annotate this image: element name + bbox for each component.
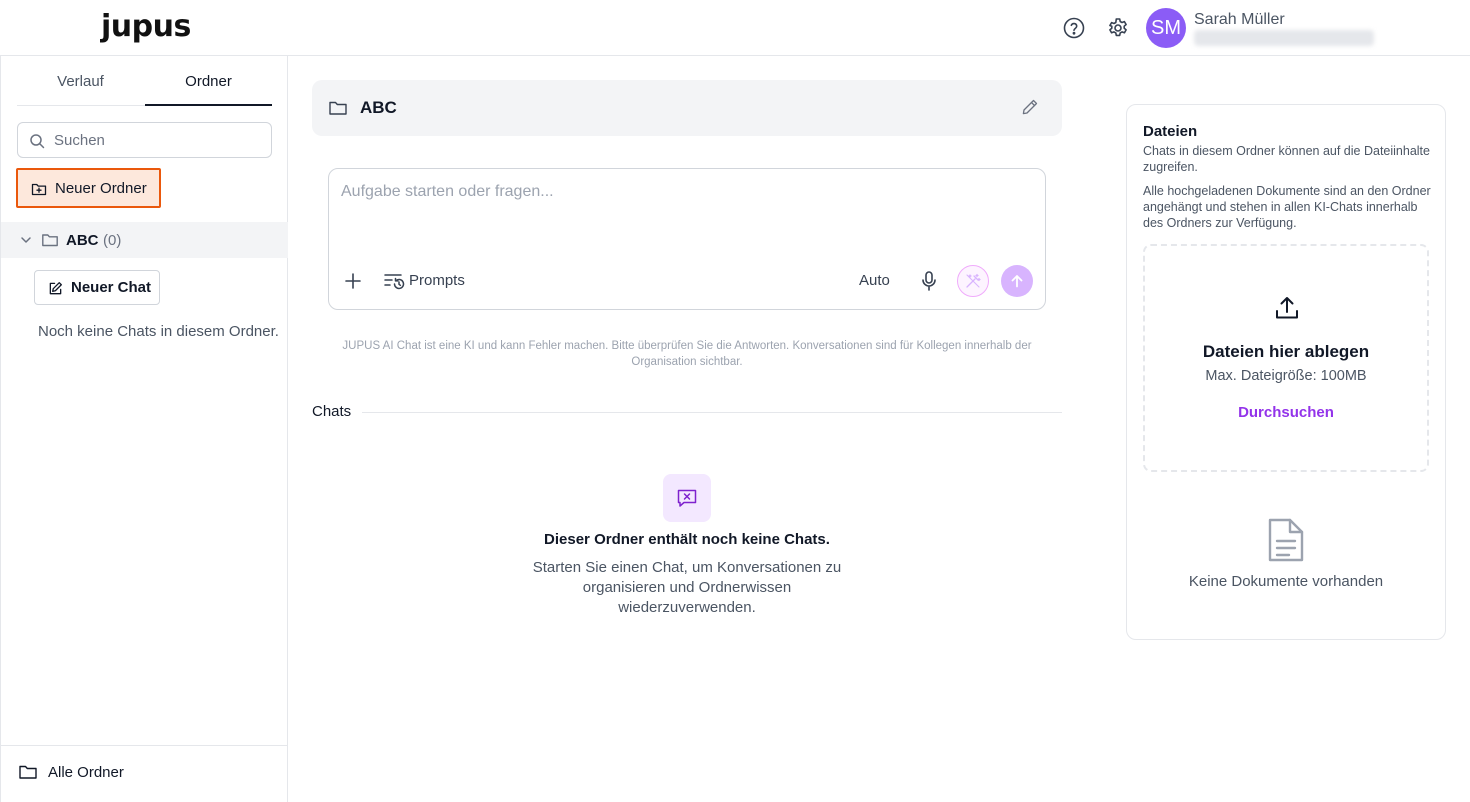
sidebar: Verlauf Ordner Neuer Ordner ABC (0) Neue… bbox=[0, 56, 288, 802]
dropzone-title: Dateien hier ablegen bbox=[1202, 342, 1370, 361]
magic-wand-button[interactable] bbox=[957, 265, 989, 297]
top-header: jupus SM Sarah Müller bbox=[0, 0, 1470, 56]
tab-ordner[interactable]: Ordner bbox=[145, 56, 272, 106]
ai-disclaimer: JUPUS AI Chat ist eine KI und kann Fehle… bbox=[342, 340, 1032, 368]
search-box bbox=[17, 122, 272, 158]
search-icon bbox=[29, 133, 45, 149]
magic-wand-icon bbox=[966, 273, 981, 288]
all-folders-link[interactable]: Alle Ordner bbox=[1, 745, 288, 802]
arrow-up-icon bbox=[1011, 275, 1023, 288]
folder-chat-count: (0) bbox=[103, 232, 122, 249]
user-name[interactable]: Sarah Müller bbox=[1194, 11, 1285, 29]
folder-icon bbox=[328, 98, 348, 118]
user-email-redacted bbox=[1194, 30, 1374, 46]
files-panel: Dateien Chats in diesem Ordner können au… bbox=[1126, 104, 1446, 640]
max-file-size: Max. Dateigröße: 100MB bbox=[1205, 368, 1367, 384]
all-folders-label: Alle Ordner bbox=[48, 764, 124, 781]
browse-link[interactable]: Durchsuchen bbox=[1145, 404, 1427, 421]
prompts-label: Prompts bbox=[409, 272, 465, 289]
app-logo[interactable]: jupus bbox=[101, 11, 191, 43]
user-avatar[interactable]: SM bbox=[1146, 8, 1186, 48]
sidebar-tabs: Verlauf Ordner bbox=[17, 56, 272, 106]
empty-state-title: Dieser Ordner enthält noch keine Chats. bbox=[544, 531, 830, 548]
empty-state-description: Starten Sie einen Chat, um Konversatione… bbox=[532, 559, 842, 616]
model-selector[interactable]: Auto bbox=[859, 272, 890, 289]
chevron-down-icon[interactable] bbox=[19, 233, 33, 247]
file-dropzone[interactable]: Dateien hier ablegen Max. Dateigröße: 10… bbox=[1143, 244, 1429, 472]
upload-icon bbox=[1273, 294, 1301, 322]
plus-icon[interactable] bbox=[343, 271, 363, 291]
gear-icon[interactable] bbox=[1106, 16, 1130, 40]
folder-title: ABC bbox=[360, 98, 397, 117]
new-folder-label: Neuer Ordner bbox=[55, 180, 147, 197]
section-divider bbox=[362, 412, 1062, 413]
document-icon bbox=[1267, 517, 1305, 563]
prompt-history-icon bbox=[383, 271, 405, 291]
search-input[interactable] bbox=[54, 123, 264, 157]
help-icon[interactable] bbox=[1062, 16, 1086, 40]
pencil-icon[interactable] bbox=[1021, 98, 1039, 116]
files-description: Chats in diesem Ordner können auf die Da… bbox=[1143, 144, 1430, 174]
folder-icon bbox=[41, 231, 59, 249]
empty-folder-text: Noch keine Chats in diesem Ordner. bbox=[38, 323, 279, 340]
prompt-input[interactable] bbox=[341, 183, 1031, 243]
new-chat-label: Neuer Chat bbox=[71, 279, 152, 296]
folder-icon bbox=[18, 762, 38, 782]
files-description-detail: Alle hochgeladenen Dokumente sind an den… bbox=[1143, 184, 1431, 230]
new-folder-button[interactable]: Neuer Ordner bbox=[16, 168, 161, 208]
tab-verlauf[interactable]: Verlauf bbox=[17, 56, 144, 106]
folder-item-abc[interactable]: ABC (0) bbox=[1, 222, 288, 258]
folder-name: ABC bbox=[66, 232, 99, 249]
chat-composer: Prompts Auto bbox=[328, 168, 1046, 310]
folder-plus-icon bbox=[31, 181, 47, 197]
empty-chat-icon bbox=[663, 474, 711, 522]
files-title: Dateien bbox=[1143, 123, 1198, 140]
new-chat-button[interactable]: Neuer Chat bbox=[34, 270, 160, 305]
folder-header: ABC bbox=[312, 80, 1062, 136]
send-button[interactable] bbox=[1001, 265, 1033, 297]
no-documents-text: Keine Dokumente vorhanden bbox=[1188, 573, 1384, 590]
chats-section-heading: Chats bbox=[312, 403, 352, 420]
microphone-icon[interactable] bbox=[919, 270, 939, 292]
edit-icon bbox=[48, 281, 63, 296]
